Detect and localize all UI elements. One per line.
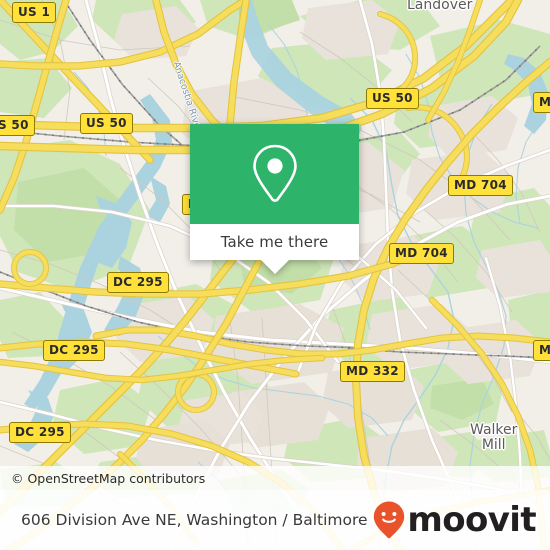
shield-md-704-upper: MD 704 bbox=[448, 175, 513, 196]
shield-us-1: US 1 bbox=[12, 2, 57, 23]
moovit-brand[interactable]: moovit bbox=[372, 500, 550, 540]
take-me-there-button[interactable]: Take me there bbox=[190, 224, 359, 274]
shield-md-704-lower: MD 704 bbox=[389, 243, 454, 264]
popup-icon-panel bbox=[190, 124, 359, 224]
shield-us-50-right: US 50 bbox=[366, 88, 419, 109]
footer-bar: 606 Division Ave NE, Washington / Baltim… bbox=[0, 490, 550, 550]
popup-tail bbox=[260, 260, 289, 274]
moovit-wordmark: moovit bbox=[407, 500, 536, 540]
shield-us-50-mid: US 50 bbox=[80, 113, 133, 134]
shield-dc-295-lower: DC 295 bbox=[9, 422, 71, 443]
take-me-there-label: Take me there bbox=[220, 233, 329, 251]
location-popup[interactable]: Take me there bbox=[190, 124, 359, 274]
osm-attribution-text[interactable]: © OpenStreetMap contributors bbox=[0, 471, 205, 486]
map-attribution-bar: © OpenStreetMap contributors bbox=[0, 466, 550, 490]
moovit-smiley-pin-icon bbox=[374, 501, 405, 539]
shield-dc-295-mid: DC 295 bbox=[43, 340, 105, 361]
shield-md-332: MD 332 bbox=[340, 361, 405, 382]
map-pin-icon bbox=[252, 144, 297, 202]
shield-dc-295-upper: DC 295 bbox=[107, 272, 169, 293]
shield-md-edge-top: MD bbox=[533, 92, 550, 113]
moovit-location-screenshot: .water { fill:#aad3df; } .waterline { st… bbox=[0, 0, 550, 550]
address-label: 606 Division Ave NE, Washington / Baltim… bbox=[21, 511, 368, 529]
shield-us-50-left: S 50 bbox=[0, 115, 35, 136]
shield-md-edge-bottom: MD bbox=[533, 340, 550, 361]
